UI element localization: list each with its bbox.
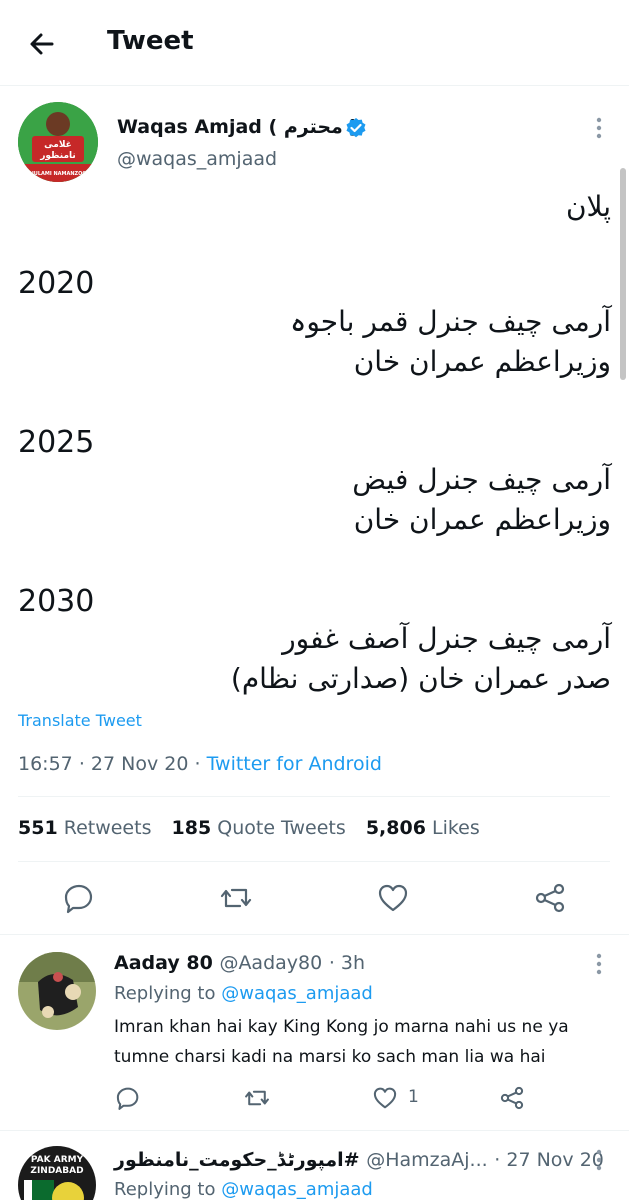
retweets-label: Retweets [63,817,152,839]
author-handle[interactable]: @waqas_amjaad [117,148,277,170]
reply-author-handle: @Aaday80 [219,952,323,974]
retweets-stat[interactable]: 551 Retweets [18,817,151,839]
reply-author-name: امپورٹڈ_حکومت_نامنظور# [114,1149,360,1171]
tweet-text-year-2020: 2020 [18,266,95,301]
replying-to-mention[interactable]: @waqas_amjaad [221,1179,373,1200]
avatar-text-line2: ZINDABAD [30,1166,83,1176]
reply-like-count: 1 [408,1087,419,1107]
reply-author-name: Aaday 80 [114,952,213,974]
share-icon[interactable] [498,1084,526,1112]
quote-tweets-stat[interactable]: 185 Quote Tweets [172,817,346,839]
reply-more-options-icon[interactable] [591,1148,607,1172]
author-name[interactable]: Waqas Amjad ( محترم ) [117,116,358,138]
top-app-bar: Tweet [0,0,629,86]
divider [18,861,610,862]
likes-label: Likes [431,817,480,839]
divider [0,934,629,935]
avatar-logo-line1: غلامی [44,140,72,150]
reply-time: · 3h [328,952,366,974]
tweet-time: 16:57 [18,753,73,775]
reply-text: Imran khan hai kay King Kong jo marna na… [114,1017,569,1067]
reply-icon[interactable] [61,880,97,916]
verified-badge-icon [345,117,367,139]
tweet-text-plan: پلان [565,190,611,223]
engagement-stats: 551 Retweets 185 Quote Tweets 5,806 Like… [18,817,480,839]
author-display-name: Waqas Amjad [117,116,262,138]
divider [0,1130,629,1131]
reply-author-handle: @HamzaAj... [366,1149,488,1171]
reply-more-options-icon[interactable] [591,952,607,976]
heart-icon[interactable] [371,1084,399,1112]
share-icon[interactable] [532,880,568,916]
tweet-text-line: آرمی چیف جنرل قمر باجوہ [289,305,611,338]
avatar-logo-line2: نامنظور [39,151,76,161]
retweet-icon[interactable] [243,1084,271,1112]
avatar-text-line1: PAK ARMY [31,1155,84,1165]
tweet-text-line: صدر عمران خان (صدارتی نظام) [230,662,611,695]
quotes-label: Quote Tweets [217,817,346,839]
reply-author[interactable]: امپورٹڈ_حکومت_نامنظور# @HamzaAj... · 27 … [114,1149,604,1171]
tweet-text-line: آرمی چیف جنرل فیض [352,463,611,496]
tweet-text-line: آرمی چیف جنرل آصف غفور [282,622,611,655]
quotes-count: 185 [171,817,212,839]
reply-author-avatar[interactable] [18,952,96,1030]
heart-icon[interactable] [375,880,411,916]
translate-tweet-link[interactable]: Translate Tweet [18,711,142,730]
meta-separator: · [194,753,201,775]
tweet-source-link[interactable]: Twitter for Android [207,753,382,775]
tweet-meta: 16:57 · 27 Nov 20 · Twitter for Android [18,753,382,775]
tweet-text-year-2030: 2030 [18,584,95,619]
back-arrow-icon[interactable] [24,26,60,62]
avatar-logo-line3: GHULAMI NAMANZOOR [25,171,90,177]
scrollbar[interactable] [620,168,626,380]
reply-author[interactable]: Aaday 80 @Aaday80 · 3h [114,952,365,974]
reply-icon[interactable] [114,1084,142,1112]
replying-to-prefix: Replying to [114,983,216,1004]
likes-stat[interactable]: 5,806 Likes [366,817,480,839]
tweet-text-line: وزیراعظم عمران خان [353,345,611,378]
reply-time: · 27 Nov 20 [494,1149,604,1171]
author-avatar[interactable]: غلامی نامنظور GHULAMI NAMANZOOR [18,102,98,182]
page-title: Tweet [107,26,194,56]
replying-to-prefix: Replying to [114,1179,216,1200]
reply-author-avatar[interactable]: PAK ARMY ZINDABAD [18,1146,96,1200]
replying-to: Replying to @waqas_amjaad [114,1179,373,1200]
likes-count: 5,806 [365,817,426,839]
replying-to-mention[interactable]: @waqas_amjaad [221,983,373,1004]
replying-to: Replying to @waqas_amjaad [114,983,373,1004]
tweet-date: 27 Nov 20 [90,753,189,775]
divider [18,796,610,797]
tweet-text-year-2025: 2025 [18,425,95,460]
retweet-icon[interactable] [218,880,254,916]
meta-separator: · [78,753,85,775]
tweet-text-line: وزیراعظم عمران خان [353,503,611,536]
retweets-count: 551 [18,817,58,839]
more-options-icon[interactable] [591,116,607,140]
